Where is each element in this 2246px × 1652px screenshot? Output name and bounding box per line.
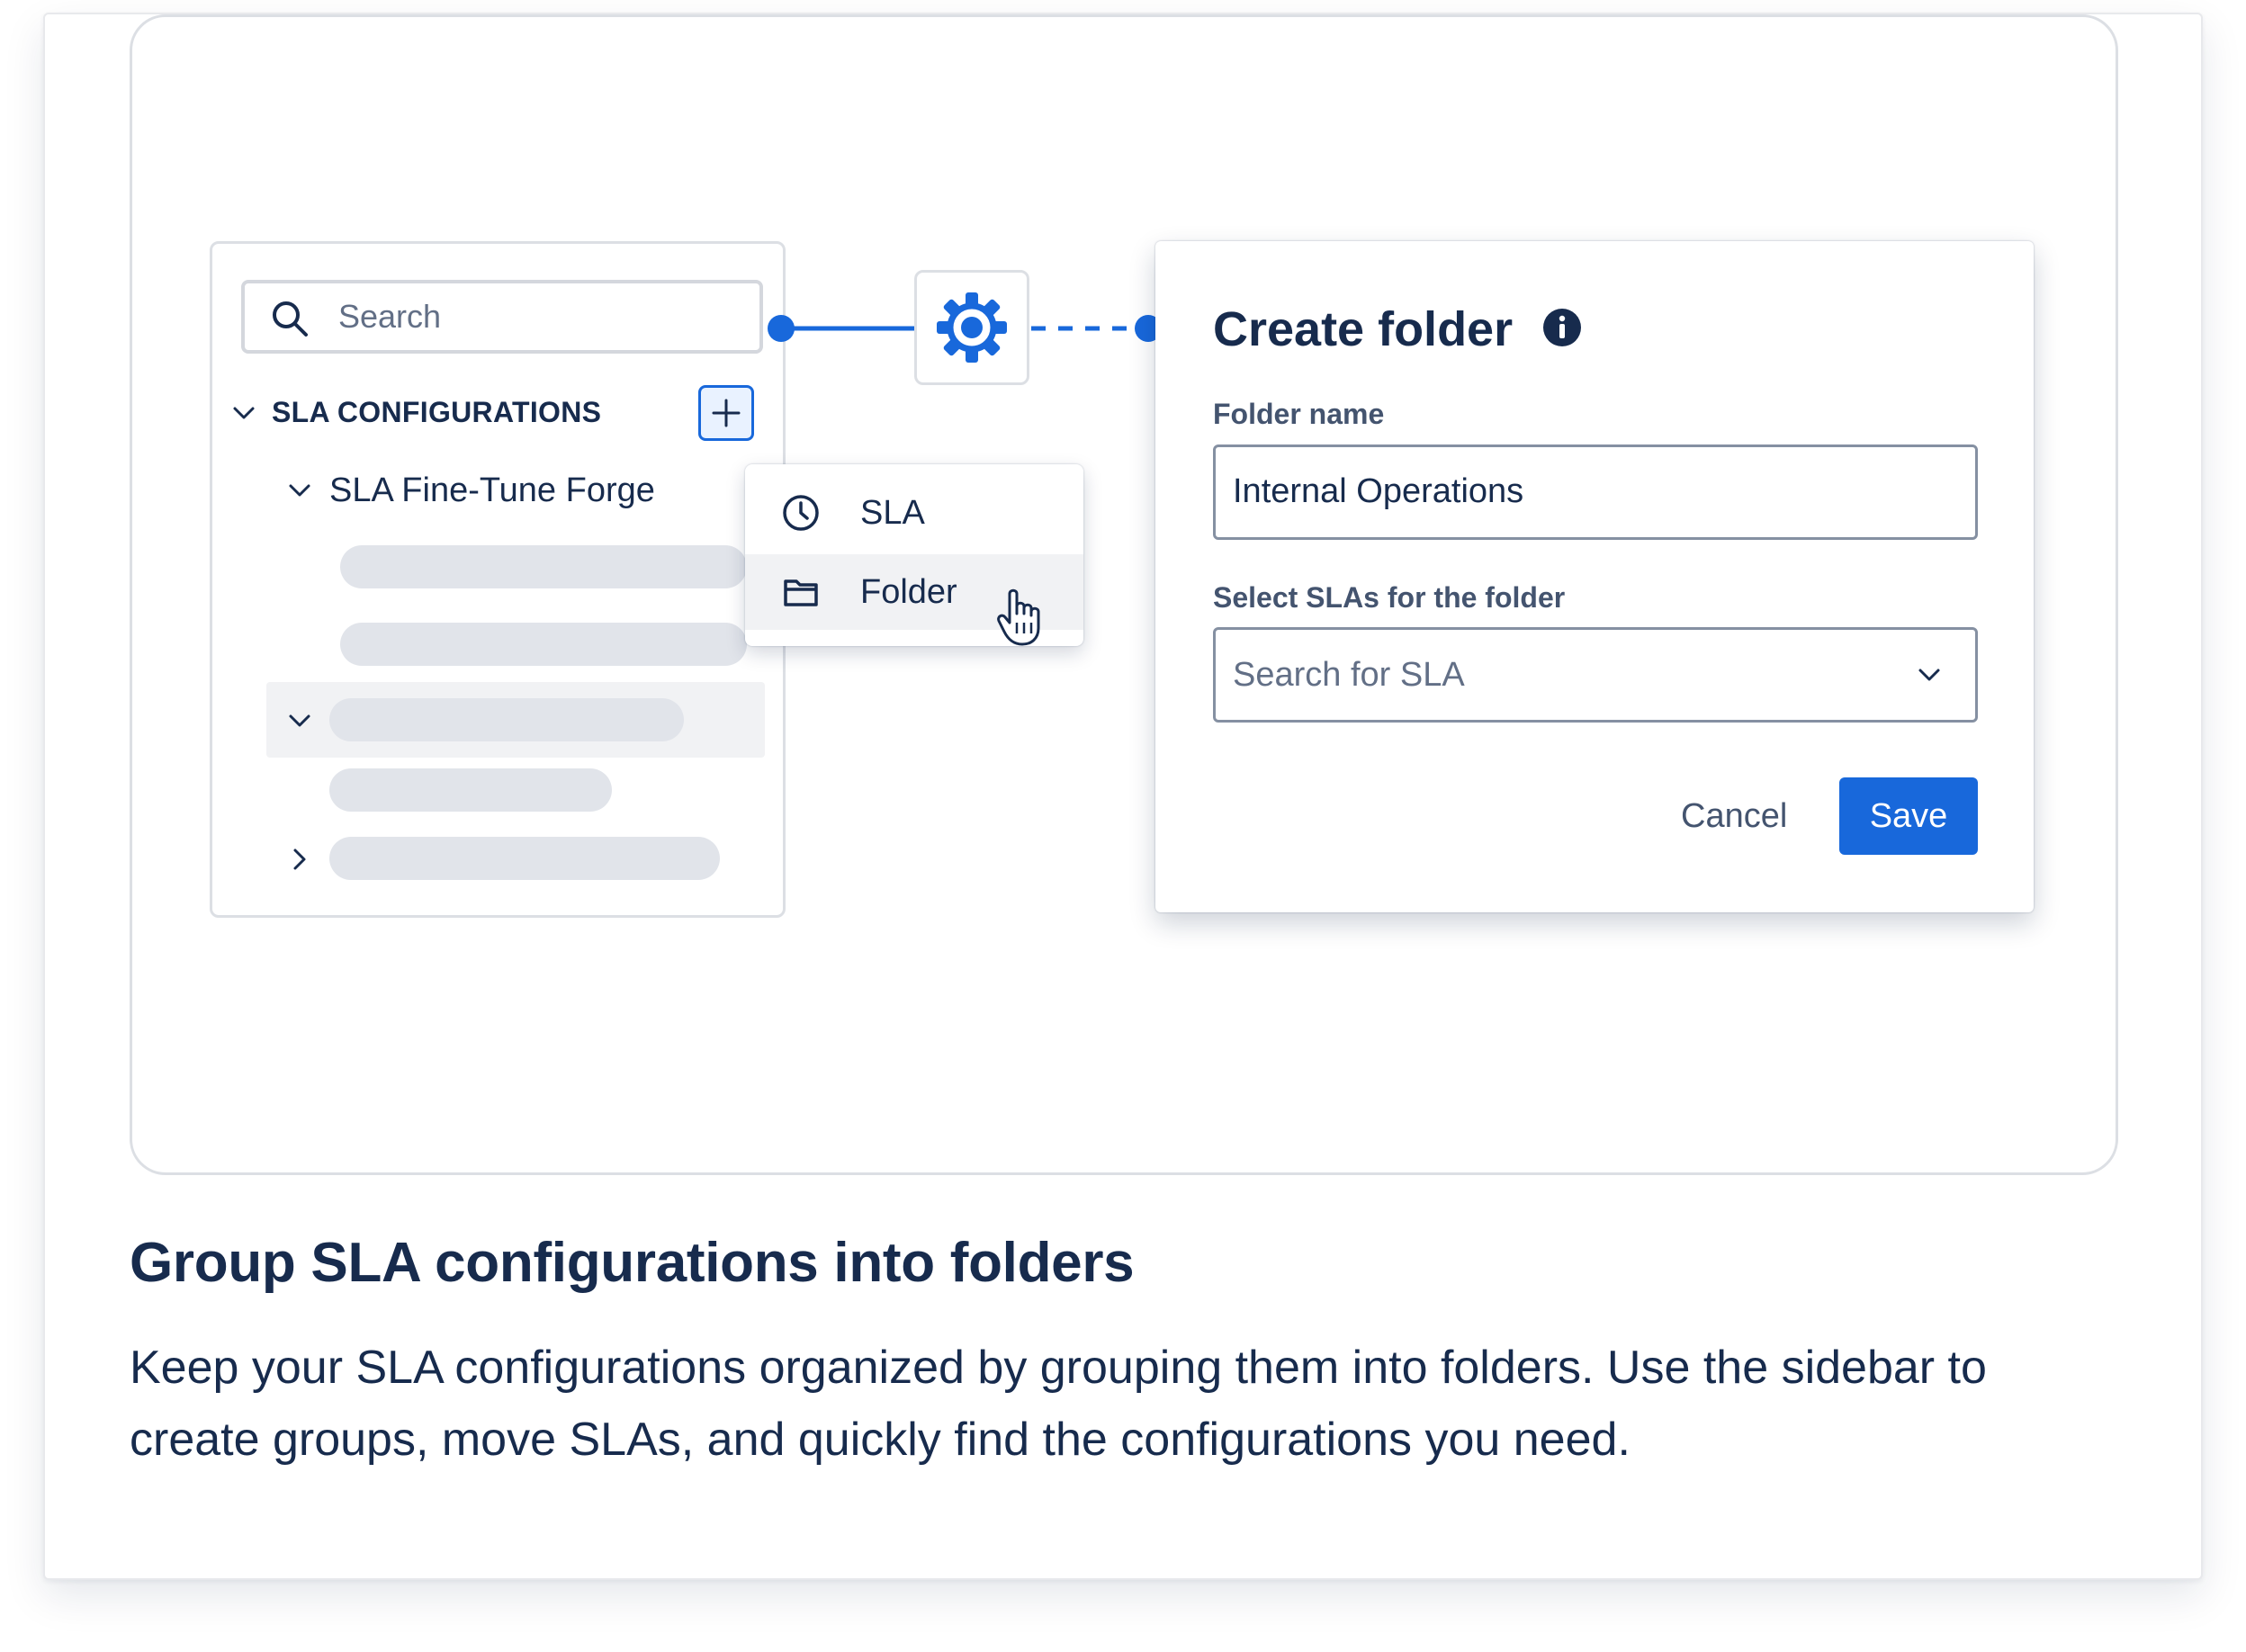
folder-icon: [784, 579, 818, 606]
chevron-right-icon[interactable]: [286, 846, 313, 873]
search-input[interactable]: [241, 280, 763, 354]
folder-name-value: Internal Operations: [1233, 472, 1524, 510]
chevron-down-icon[interactable]: [230, 400, 257, 426]
plus-icon: [712, 399, 741, 427]
sla-select-placeholder: Search for SLA: [1233, 656, 1465, 694]
feature-description: Keep your SLA configurations organized b…: [130, 1342, 1987, 1466]
clock-icon: [783, 495, 819, 531]
search-placeholder: Search: [338, 298, 442, 335]
automation-node: [914, 270, 1029, 385]
modal-title: Create folder: [1213, 302, 1514, 356]
chevron-down-icon[interactable]: [1915, 660, 1944, 689]
folder-name-label: Folder name: [1213, 398, 1385, 430]
skeleton-row: [329, 837, 720, 880]
chevron-down-icon[interactable]: [286, 477, 313, 504]
menu-item-label: Folder: [860, 573, 957, 611]
hand-cursor-icon: [997, 588, 1040, 646]
info-icon[interactable]: [1542, 308, 1582, 347]
menu-item-label: SLA: [860, 494, 925, 532]
skeleton-row: [340, 545, 747, 588]
feature-headline: Group SLA configurations into folders: [130, 1232, 1135, 1294]
gear-icon: [937, 292, 1007, 363]
select-slas-label: Select SLAs for the folder: [1213, 581, 1566, 614]
menu-item-sla[interactable]: SLA: [745, 475, 1083, 551]
add-button[interactable]: [698, 385, 754, 441]
skeleton-row: [340, 623, 747, 666]
skeleton-row: [329, 698, 684, 741]
chevron-down-icon[interactable]: [286, 707, 313, 734]
search-icon: [273, 301, 308, 337]
skeleton-row: [329, 768, 612, 812]
save-button[interactable]: Save: [1839, 777, 1978, 855]
section-title: SLA CONFIGURATIONS: [272, 396, 602, 428]
tree-item-label[interactable]: SLA Fine-Tune Forge: [329, 470, 655, 511]
cancel-button[interactable]: Cancel: [1661, 777, 1807, 855]
